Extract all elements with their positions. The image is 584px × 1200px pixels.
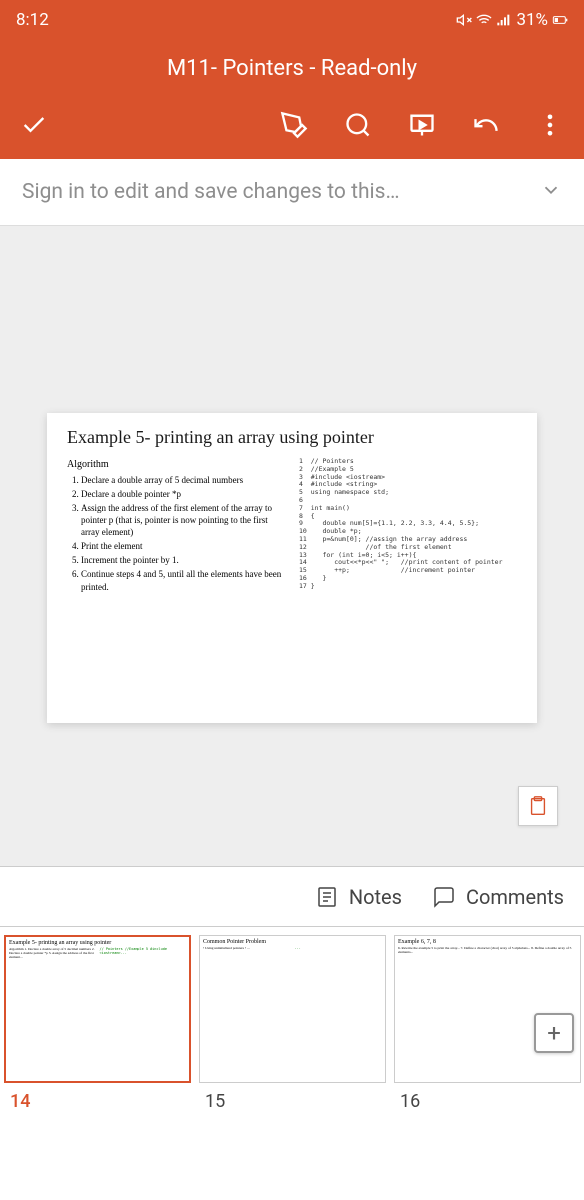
clipboard-icon — [527, 795, 549, 817]
more-vertical-icon — [536, 111, 564, 139]
thumbnail-strip[interactable]: Example 5- printing an array using point… — [0, 926, 584, 1116]
slide-thumb[interactable]: Common Pointer Problem • Using uninitial… — [195, 927, 390, 1116]
signal-icon — [496, 12, 512, 28]
battery-icon — [552, 12, 568, 28]
thumb-code: ... — [295, 947, 383, 951]
notes-button[interactable]: Notes — [315, 885, 402, 909]
battery-percent: 31% — [516, 10, 548, 30]
add-slide-button[interactable]: + — [534, 1013, 574, 1053]
status-bar: 8:12 31% — [0, 0, 584, 40]
mute-icon — [456, 12, 472, 28]
comments-label: Comments — [466, 885, 564, 909]
check-icon — [20, 111, 48, 139]
thumb-content: • Using uninitialized pointers • ... — [203, 947, 291, 951]
slide-canvas[interactable]: Example 5- printing an array using point… — [0, 226, 584, 866]
thumb-number: 16 — [392, 1085, 583, 1112]
document-title: M11- Pointers - Read-only — [167, 56, 417, 81]
more-button[interactable] — [536, 111, 564, 143]
notes-icon — [315, 885, 339, 909]
thumb-number: 15 — [197, 1085, 388, 1112]
thumb-number: 14 — [2, 1085, 193, 1112]
thumb-content: 6. Rewrite the example 5 to print the ar… — [398, 947, 577, 955]
present-icon — [408, 111, 436, 139]
algo-step: Declare a double array of 5 decimal numb… — [81, 474, 283, 486]
undo-icon — [472, 111, 500, 139]
code-section: 1 // Pointers 2 //Example 5 3 #include <… — [299, 458, 517, 595]
signin-bar[interactable]: Sign in to edit and save changes to this… — [0, 159, 584, 226]
algo-step: Assign the address of the first element … — [81, 502, 283, 538]
slide-title: Example 5- printing an array using point… — [67, 427, 517, 448]
thumb-title: Example 6, 7, 8 — [398, 939, 577, 945]
notes-label: Notes — [349, 885, 402, 909]
pen-icon — [280, 111, 308, 139]
signin-text: Sign in to edit and save changes to this… — [22, 180, 530, 204]
search-icon — [344, 111, 372, 139]
algo-step: Print the element — [81, 540, 283, 552]
slide-thumb[interactable]: Example 5- printing an array using point… — [0, 927, 195, 1116]
comments-button[interactable]: Comments — [432, 885, 564, 909]
main-slide[interactable]: Example 5- printing an array using point… — [47, 413, 537, 723]
thumb-title: Example 5- printing an array using point… — [9, 940, 186, 946]
algo-step: Continue steps 4 and 5, until all the el… — [81, 568, 283, 592]
algo-step: Declare a double pointer *p — [81, 488, 283, 500]
status-time: 8:12 — [16, 10, 49, 30]
status-icons: 31% — [456, 10, 568, 30]
algo-step: Increment the pointer by 1. — [81, 554, 283, 566]
plus-icon: + — [547, 1019, 561, 1047]
done-button[interactable] — [20, 111, 48, 143]
algorithm-section: Algorithm Declare a double array of 5 de… — [67, 458, 283, 595]
title-bar: M11- Pointers - Read-only — [0, 40, 584, 101]
chevron-down-icon — [540, 179, 562, 205]
toolbar — [0, 101, 584, 159]
paste-button[interactable] — [518, 786, 558, 826]
edit-button[interactable] — [280, 111, 308, 143]
bottom-bar: Notes Comments — [0, 866, 584, 926]
search-button[interactable] — [344, 111, 372, 143]
present-button[interactable] — [408, 111, 436, 143]
wifi-icon — [476, 12, 492, 28]
thumb-content: Algorithm 1. Declare a double array of 5… — [9, 948, 96, 960]
algorithm-header: Algorithm — [67, 458, 283, 472]
comment-icon — [432, 885, 456, 909]
thumb-code: // Pointers //Example 5 #include <iostre… — [100, 948, 187, 960]
thumb-title: Common Pointer Problem — [203, 939, 382, 945]
undo-button[interactable] — [472, 111, 500, 143]
